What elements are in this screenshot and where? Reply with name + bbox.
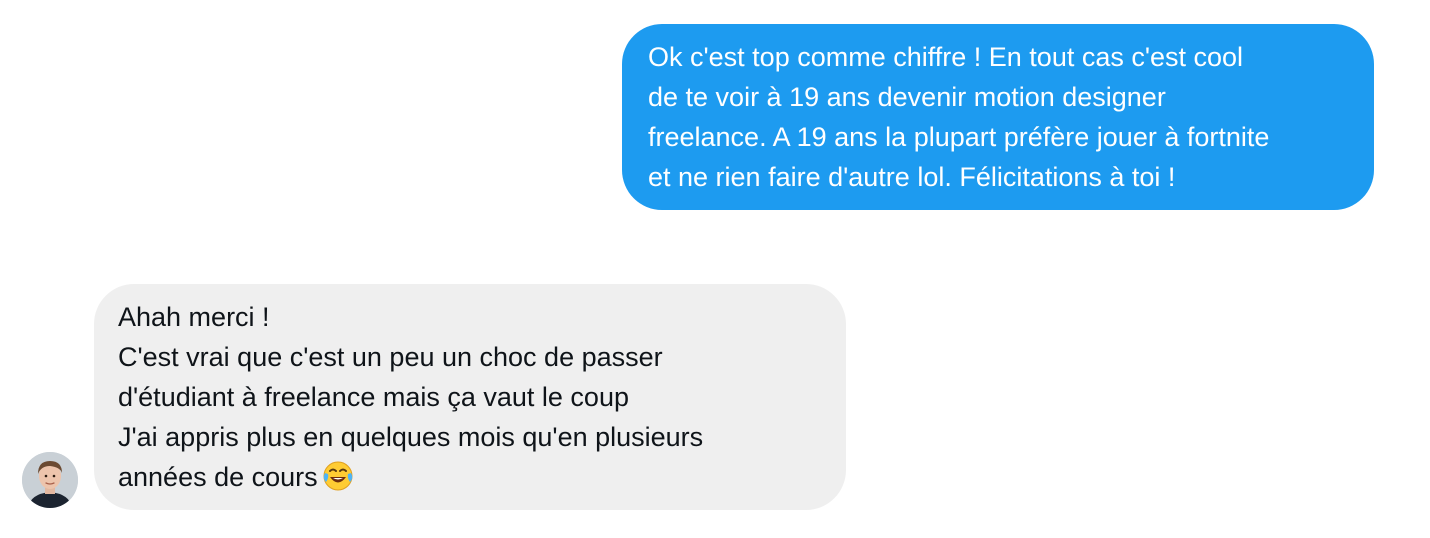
message-text-line: de te voir à 19 ans devenir motion desig… [648, 82, 1166, 112]
outgoing-message-bubble[interactable]: Ok c'est top comme chiffre ! En tout cas… [622, 24, 1374, 210]
message-text-line: et ne rien faire d'autre lol. Félicitati… [648, 162, 1176, 192]
message-text-line: Ok c'est top comme chiffre ! En tout cas… [648, 42, 1244, 72]
user-avatar [22, 452, 78, 508]
message-text-line: J'ai appris plus en quelques mois qu'en … [118, 422, 704, 452]
incoming-message-bubble[interactable]: Ahah merci ! C'est vrai que c'est un peu… [94, 284, 846, 510]
message-text: années de cours [118, 462, 318, 492]
message-text-line-last: années de cours [118, 457, 822, 503]
message-text-line: C'est vrai que c'est un peu un choc de p… [118, 342, 663, 372]
message-text-line: Ahah merci ! [118, 302, 270, 332]
message-text-line: d'étudiant à freelance mais ça vaut le c… [118, 382, 629, 412]
message-thread: Ok c'est top comme chiffre ! En tout cas… [0, 0, 1430, 538]
face-with-tears-of-joy-icon [322, 460, 354, 503]
avatar[interactable] [22, 452, 78, 508]
message-text-line: freelance. A 19 ans la plupart préfère j… [648, 122, 1270, 152]
